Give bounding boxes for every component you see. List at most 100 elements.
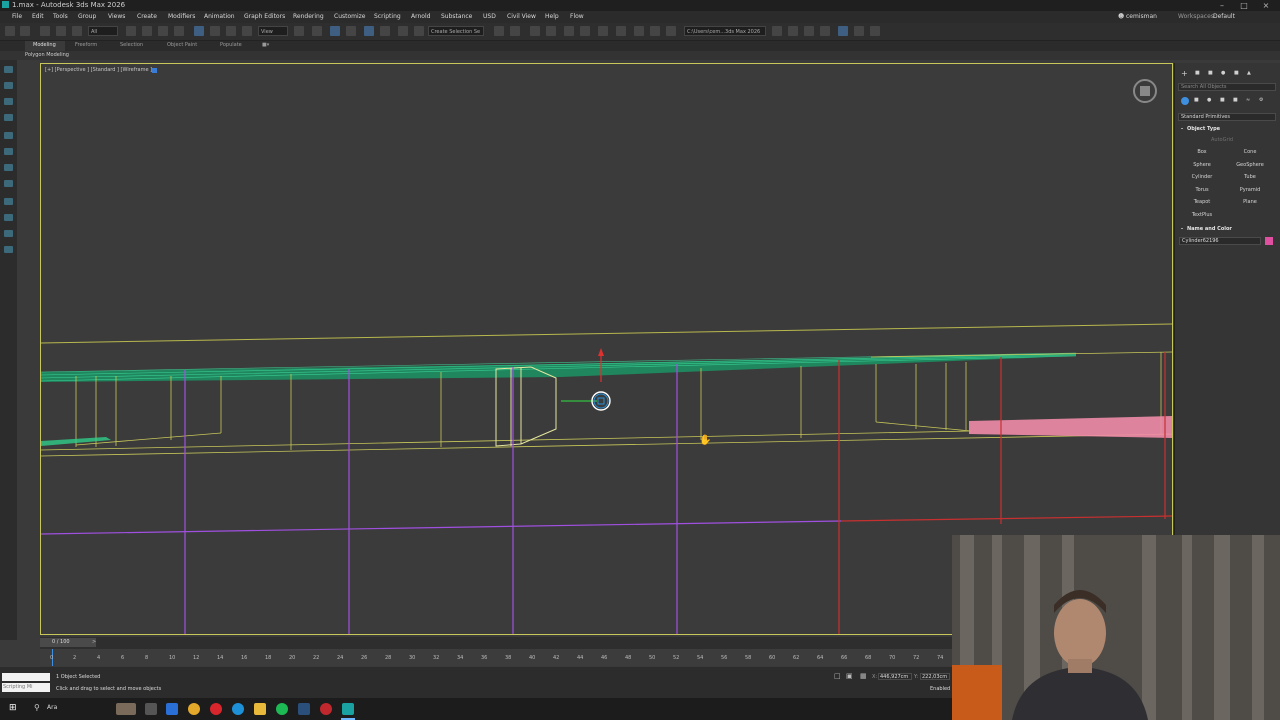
menu-substance[interactable]: Substance bbox=[441, 13, 472, 20]
plane-button[interactable]: Plane bbox=[1227, 198, 1273, 207]
mirror-icon[interactable] bbox=[494, 26, 504, 36]
modify-tab-icon[interactable]: ■ bbox=[1195, 70, 1200, 76]
spacewarps-icon[interactable]: ≈ bbox=[1246, 97, 1250, 103]
spinner-snap-icon[interactable] bbox=[380, 26, 390, 36]
object-name-field[interactable]: Cylinder62196 bbox=[1179, 237, 1261, 245]
menu-help[interactable]: Help bbox=[545, 13, 559, 20]
angle-snap-icon[interactable] bbox=[346, 26, 356, 36]
menu-civil-view[interactable]: Civil View bbox=[507, 13, 536, 20]
selection-lock-icon[interactable]: □ bbox=[834, 672, 841, 680]
menu-scripting[interactable]: Scripting bbox=[374, 13, 401, 20]
category-dropdown[interactable]: Standard Primitives bbox=[1178, 113, 1276, 121]
tab-selection[interactable]: Selection bbox=[120, 42, 143, 48]
geosphere-button[interactable]: GeoSphere bbox=[1227, 161, 1273, 170]
object-color-swatch[interactable] bbox=[1265, 237, 1273, 245]
menu-group[interactable]: Group bbox=[78, 13, 96, 20]
selection-region-icon[interactable] bbox=[158, 26, 168, 36]
teapot-button[interactable]: Teapot bbox=[1179, 198, 1225, 207]
utilities-tab-icon[interactable]: ▲ bbox=[1247, 70, 1251, 76]
chrome-icon[interactable] bbox=[188, 703, 200, 715]
menu-views[interactable]: Views bbox=[108, 13, 125, 20]
isolate-icon[interactable] bbox=[4, 164, 13, 171]
curve-editor-icon[interactable] bbox=[580, 26, 590, 36]
scene-explorer-icon[interactable] bbox=[530, 26, 540, 36]
unlink-icon[interactable] bbox=[56, 26, 66, 36]
scene-tool-icon[interactable] bbox=[4, 180, 13, 187]
task-view-icon[interactable] bbox=[145, 703, 157, 715]
spotify-icon[interactable] bbox=[276, 703, 288, 715]
create-icon[interactable] bbox=[4, 66, 13, 73]
sync-icon[interactable] bbox=[870, 26, 880, 36]
track-bar[interactable]: 0 2 4 6 8 10 12 14 16 18 20 22 24 26 28 … bbox=[40, 649, 952, 666]
y-coordinate-field[interactable]: 222,03cm bbox=[920, 673, 950, 680]
keyboard-shortcut-icon[interactable] bbox=[312, 26, 322, 36]
layer-explorer-icon[interactable] bbox=[546, 26, 556, 36]
tab-populate[interactable]: Populate bbox=[220, 42, 242, 48]
named-selection-icon[interactable] bbox=[414, 26, 424, 36]
sphere-button[interactable]: Sphere bbox=[1179, 161, 1225, 170]
menu-arnold[interactable]: Arnold bbox=[411, 13, 430, 20]
reference-coordinate-dropdown[interactable]: View bbox=[258, 26, 288, 36]
tab-object-paint[interactable]: Object Paint bbox=[167, 42, 197, 48]
enabled-toggle[interactable]: Enabled bbox=[930, 686, 950, 692]
grid-icon[interactable] bbox=[4, 198, 13, 205]
user-name[interactable]: cemisman bbox=[1126, 13, 1157, 20]
viewport-layout-icon[interactable] bbox=[838, 26, 848, 36]
select-scale-icon[interactable] bbox=[226, 26, 236, 36]
ribbon-panel-label[interactable]: Polygon Modeling bbox=[25, 52, 69, 58]
open-icon[interactable] bbox=[788, 26, 798, 36]
percent-snap-icon[interactable] bbox=[364, 26, 374, 36]
edit-named-selection-icon[interactable] bbox=[398, 26, 408, 36]
tab-modeling[interactable]: Modeling bbox=[33, 42, 56, 48]
display-icon[interactable] bbox=[4, 132, 13, 139]
object-type-header[interactable]: Object Type bbox=[1187, 126, 1220, 132]
maximize-icon[interactable]: □ bbox=[1233, 0, 1255, 11]
pyramid-button[interactable]: Pyramid bbox=[1227, 186, 1273, 195]
object-type-collapse-icon[interactable]: - bbox=[1181, 126, 1183, 132]
workspace-select[interactable]: Default bbox=[1213, 13, 1235, 20]
snaps-toggle-icon[interactable] bbox=[330, 26, 340, 36]
hierarchy-icon[interactable] bbox=[4, 98, 13, 105]
save-icon[interactable] bbox=[804, 26, 814, 36]
bind-space-warp-icon[interactable] bbox=[72, 26, 82, 36]
next-frame-icon[interactable]: > bbox=[92, 639, 96, 645]
select-by-name-icon[interactable] bbox=[142, 26, 152, 36]
rendered-frame-icon[interactable] bbox=[650, 26, 660, 36]
ribbon-options-icon[interactable]: ■▾ bbox=[262, 42, 269, 48]
layer-icon[interactable] bbox=[4, 214, 13, 221]
x-coordinate-field[interactable]: 446,927cm bbox=[878, 673, 912, 680]
tube-button[interactable]: Tube bbox=[1227, 173, 1273, 182]
tab-freeform[interactable]: Freeform bbox=[75, 42, 97, 48]
menu-usd[interactable]: USD bbox=[483, 13, 496, 20]
cone-button[interactable]: Cone bbox=[1227, 148, 1273, 157]
menu-modifiers[interactable]: Modifiers bbox=[168, 13, 195, 20]
project-folder-icon[interactable] bbox=[772, 26, 782, 36]
3dsmax-taskbar-icon[interactable] bbox=[342, 703, 354, 715]
news-widget-icon[interactable] bbox=[116, 703, 136, 715]
menu-tools[interactable]: Tools bbox=[53, 13, 68, 20]
menu-graph-editors[interactable]: Graph Editors bbox=[244, 13, 285, 20]
select-move-icon[interactable] bbox=[194, 26, 204, 36]
lights-icon[interactable]: ● bbox=[1207, 97, 1211, 103]
opera-icon[interactable] bbox=[210, 703, 222, 715]
geometry-icon[interactable] bbox=[1181, 97, 1189, 105]
settings-icon[interactable] bbox=[854, 26, 864, 36]
menu-animation[interactable]: Animation bbox=[204, 13, 235, 20]
user-icon[interactable]: ☻ bbox=[1118, 13, 1124, 20]
display-tab-icon[interactable]: ■ bbox=[1234, 70, 1239, 76]
steam-icon[interactable] bbox=[298, 703, 310, 715]
link-icon[interactable] bbox=[40, 26, 50, 36]
selection-filter-dropdown[interactable]: All bbox=[88, 26, 118, 36]
ribbon-toggle-icon[interactable] bbox=[564, 26, 574, 36]
absolute-mode-icon[interactable]: ▦ bbox=[860, 672, 867, 680]
taskbar-search[interactable]: Ara bbox=[47, 704, 57, 711]
autogrid-checkbox[interactable]: AutoGrid bbox=[1211, 137, 1233, 143]
search-icon[interactable]: ⚲ bbox=[34, 703, 40, 712]
shapes-icon[interactable]: ■ bbox=[1194, 97, 1199, 103]
box-button[interactable]: Box bbox=[1179, 148, 1225, 157]
search-input[interactable]: Search All Objects bbox=[1178, 83, 1276, 91]
render-icon[interactable] bbox=[666, 26, 676, 36]
menu-file[interactable]: File bbox=[12, 13, 22, 20]
menu-rendering[interactable]: Rendering bbox=[293, 13, 324, 20]
schematic-view-icon[interactable] bbox=[598, 26, 608, 36]
